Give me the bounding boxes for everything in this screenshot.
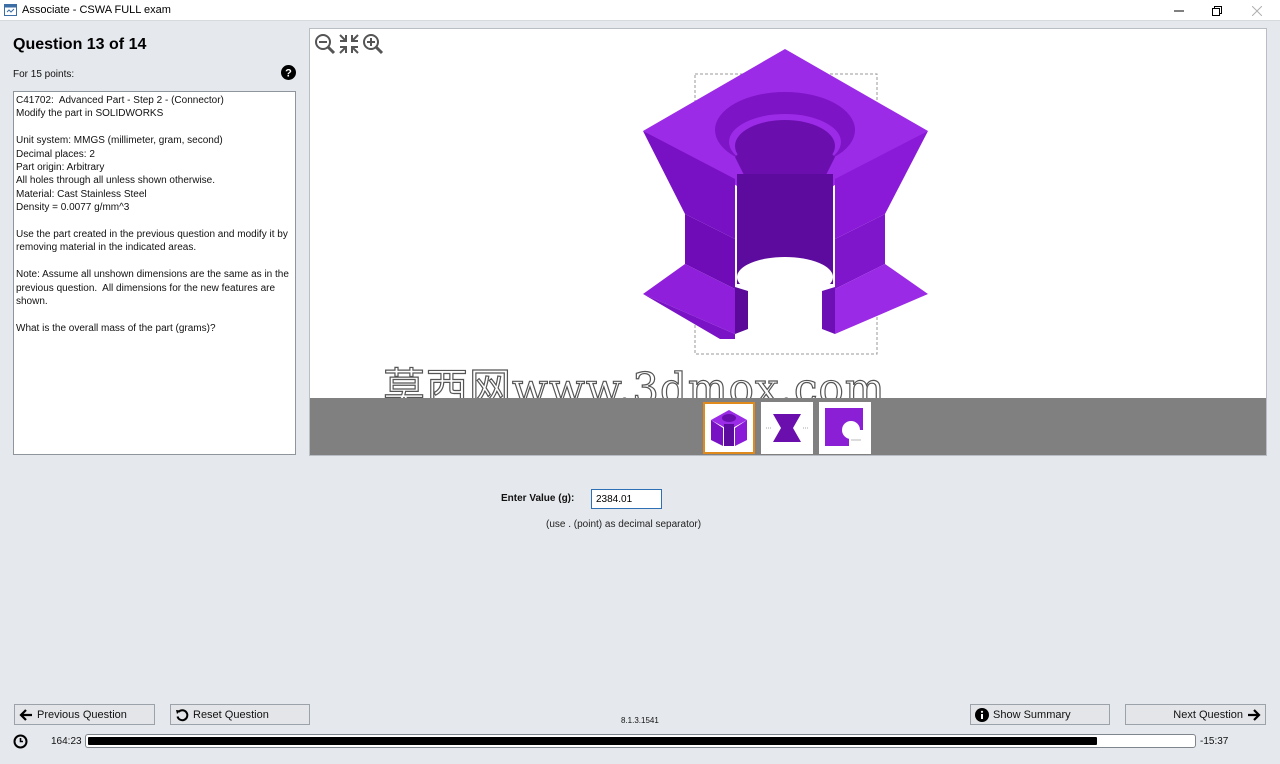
- thumbnail-top-image: [825, 408, 865, 448]
- thumbnail-front[interactable]: [761, 402, 813, 454]
- zoom-in-icon[interactable]: [362, 33, 384, 55]
- reset-icon: [176, 708, 189, 721]
- zoom-fit-icon[interactable]: [338, 33, 360, 55]
- thumbnail-isometric-image: [711, 410, 747, 446]
- close-icon: [1252, 5, 1262, 16]
- minimize-button[interactable]: [1159, 0, 1199, 21]
- zoom-out-icon[interactable]: [314, 33, 336, 55]
- remaining-time: -15:37: [1200, 736, 1229, 747]
- show-summary-label: Show Summary: [993, 708, 1071, 721]
- time-progress-fill: [88, 737, 1097, 745]
- info-icon: [975, 707, 989, 722]
- minimize-icon: [1174, 10, 1184, 11]
- next-question-button[interactable]: Next Question: [1125, 704, 1266, 725]
- question-points: For 15 points:: [13, 69, 75, 80]
- answer-hint: (use . (point) as decimal separator): [546, 519, 702, 530]
- show-summary-button[interactable]: Show Summary: [970, 704, 1110, 725]
- restore-button[interactable]: [1197, 0, 1237, 21]
- thumbnail-top[interactable]: [819, 402, 871, 454]
- help-icon[interactable]: ?: [281, 65, 296, 80]
- thumbnail-strip: [310, 398, 1266, 455]
- arrow-right-icon: [1248, 708, 1261, 721]
- clock-icon: [13, 734, 28, 749]
- question-heading: Question 13 of 14: [13, 36, 147, 53]
- elapsed-time: 164:23: [51, 736, 82, 747]
- model-viewer[interactable]: 莫西网www.3dmox.com: [309, 28, 1267, 456]
- zoom-toolbar: [314, 33, 384, 55]
- title-bar: Associate - CSWA FULL exam: [0, 0, 1280, 21]
- question-text: C41702: Advanced Part - Step 2 - (Connec…: [13, 91, 296, 455]
- thumbnail-isometric[interactable]: [703, 402, 755, 454]
- restore-icon: [1212, 5, 1222, 16]
- next-question-label: Next Question: [1173, 708, 1243, 721]
- time-progress-bar: [85, 734, 1196, 748]
- previous-question-label: Previous Question: [37, 708, 127, 721]
- thumbnail-front-image: [766, 414, 808, 442]
- version-label: 8.1.3.1541: [621, 716, 659, 725]
- reset-question-button[interactable]: Reset Question: [170, 704, 310, 725]
- model-3d-view: [643, 49, 928, 355]
- close-button[interactable]: [1237, 0, 1277, 21]
- answer-label: Enter Value (g):: [501, 493, 575, 504]
- arrow-left-icon: [19, 708, 32, 721]
- svg-text:?: ?: [285, 68, 292, 80]
- window-title: Associate - CSWA FULL exam: [22, 4, 171, 16]
- answer-input[interactable]: [591, 489, 662, 509]
- previous-question-button[interactable]: Previous Question: [14, 704, 155, 725]
- app-icon: [4, 4, 17, 16]
- reset-question-label: Reset Question: [193, 708, 269, 721]
